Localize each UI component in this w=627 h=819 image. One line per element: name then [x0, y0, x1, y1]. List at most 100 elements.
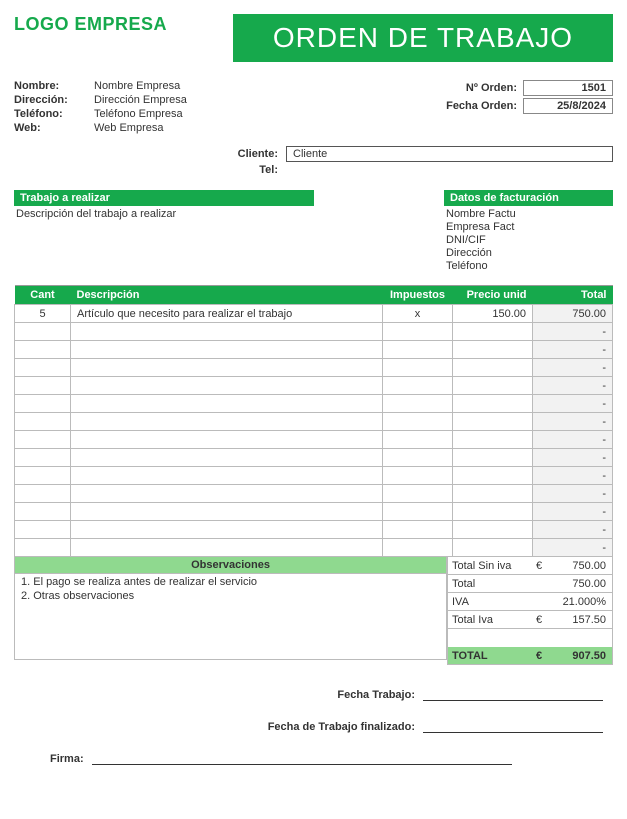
- item-tax[interactable]: [383, 449, 453, 467]
- item-tax[interactable]: [383, 539, 453, 557]
- table-row: -: [15, 413, 613, 431]
- item-total[interactable]: 750.00: [533, 305, 613, 323]
- item-qty[interactable]: [15, 359, 71, 377]
- item-qty[interactable]: 5: [15, 305, 71, 323]
- billing-section-body: Nombre Factu Empresa Fact DNI/CIF Direcc…: [444, 206, 613, 275]
- item-desc[interactable]: [71, 395, 383, 413]
- client-input[interactable]: Cliente: [286, 146, 613, 162]
- item-total[interactable]: -: [533, 449, 613, 467]
- item-unit[interactable]: [453, 521, 533, 539]
- item-desc[interactable]: [71, 359, 383, 377]
- item-total[interactable]: -: [533, 431, 613, 449]
- item-desc[interactable]: [71, 539, 383, 557]
- end-date-line[interactable]: [423, 719, 603, 733]
- item-total[interactable]: -: [533, 323, 613, 341]
- company-name-value: Nombre Empresa: [94, 80, 180, 92]
- item-tax[interactable]: [383, 341, 453, 359]
- document-title: ORDEN DE TRABAJO: [233, 14, 613, 62]
- item-unit[interactable]: [453, 467, 533, 485]
- order-date-value[interactable]: 25/8/2024: [523, 98, 613, 114]
- work-date-line[interactable]: [423, 687, 603, 701]
- item-qty[interactable]: [15, 413, 71, 431]
- item-desc[interactable]: [71, 503, 383, 521]
- col-desc: Descripción: [71, 286, 383, 305]
- signature-line[interactable]: [92, 751, 512, 765]
- item-qty[interactable]: [15, 503, 71, 521]
- item-qty[interactable]: [15, 377, 71, 395]
- observations-body: 1. El pago se realiza antes de realizar …: [14, 574, 447, 660]
- col-tax: Impuestos: [383, 286, 453, 305]
- order-info-block: Nº Orden:1501 Fecha Orden:25/8/2024: [446, 80, 613, 136]
- item-desc[interactable]: [71, 341, 383, 359]
- item-total[interactable]: -: [533, 395, 613, 413]
- item-qty[interactable]: [15, 431, 71, 449]
- item-unit[interactable]: [453, 413, 533, 431]
- item-desc[interactable]: [71, 485, 383, 503]
- table-row: -: [15, 359, 613, 377]
- item-tax[interactable]: [383, 323, 453, 341]
- item-tax[interactable]: [383, 359, 453, 377]
- order-date-label: Fecha Orden:: [446, 100, 517, 112]
- signature-label: Firma:: [50, 753, 84, 765]
- work-date-label: Fecha Trabajo:: [337, 689, 415, 701]
- item-total[interactable]: -: [533, 413, 613, 431]
- subtotal-label: Total Sin iva: [448, 560, 532, 572]
- item-qty[interactable]: [15, 467, 71, 485]
- item-qty[interactable]: [15, 323, 71, 341]
- item-qty[interactable]: [15, 521, 71, 539]
- item-total[interactable]: -: [533, 539, 613, 557]
- item-tax[interactable]: [383, 485, 453, 503]
- item-unit[interactable]: [453, 431, 533, 449]
- item-unit[interactable]: [453, 377, 533, 395]
- item-unit[interactable]: [453, 395, 533, 413]
- item-total[interactable]: -: [533, 359, 613, 377]
- item-qty[interactable]: [15, 539, 71, 557]
- item-tax[interactable]: [383, 467, 453, 485]
- item-unit[interactable]: [453, 539, 533, 557]
- item-total[interactable]: -: [533, 467, 613, 485]
- iva-value: 21.000%: [546, 596, 612, 608]
- item-qty[interactable]: [15, 395, 71, 413]
- totaliva-currency: €: [532, 614, 546, 626]
- item-tax[interactable]: [383, 521, 453, 539]
- billing-line: DNI/CIF: [446, 234, 611, 246]
- item-unit[interactable]: [453, 359, 533, 377]
- item-desc[interactable]: [71, 431, 383, 449]
- item-unit[interactable]: [453, 485, 533, 503]
- item-total[interactable]: -: [533, 521, 613, 539]
- table-row: -: [15, 341, 613, 359]
- item-desc[interactable]: [71, 323, 383, 341]
- item-qty[interactable]: [15, 485, 71, 503]
- item-unit[interactable]: [453, 323, 533, 341]
- item-qty[interactable]: [15, 449, 71, 467]
- item-unit[interactable]: 150.00: [453, 305, 533, 323]
- table-row: -: [15, 521, 613, 539]
- observations-header: Observaciones: [14, 557, 447, 574]
- observation-line: 1. El pago se realiza antes de realizar …: [21, 576, 440, 588]
- item-desc[interactable]: [71, 377, 383, 395]
- table-row: -: [15, 395, 613, 413]
- company-logo: LOGO EMPRESA: [14, 14, 167, 35]
- item-tax[interactable]: [383, 431, 453, 449]
- item-total[interactable]: -: [533, 503, 613, 521]
- item-tax[interactable]: x: [383, 305, 453, 323]
- company-address-value: Dirección Empresa: [94, 94, 187, 106]
- item-tax[interactable]: [383, 395, 453, 413]
- item-tax[interactable]: [383, 377, 453, 395]
- item-total[interactable]: -: [533, 485, 613, 503]
- item-unit[interactable]: [453, 503, 533, 521]
- item-unit[interactable]: [453, 449, 533, 467]
- item-desc[interactable]: [71, 521, 383, 539]
- item-tax[interactable]: [383, 503, 453, 521]
- item-desc[interactable]: [71, 449, 383, 467]
- item-total[interactable]: -: [533, 341, 613, 359]
- client-tel-label: Tel:: [14, 164, 286, 176]
- order-number-value[interactable]: 1501: [523, 80, 613, 96]
- item-total[interactable]: -: [533, 377, 613, 395]
- item-desc[interactable]: Artículo que necesito para realizar el t…: [71, 305, 383, 323]
- item-desc[interactable]: [71, 413, 383, 431]
- item-desc[interactable]: [71, 467, 383, 485]
- item-unit[interactable]: [453, 341, 533, 359]
- item-qty[interactable]: [15, 341, 71, 359]
- item-tax[interactable]: [383, 413, 453, 431]
